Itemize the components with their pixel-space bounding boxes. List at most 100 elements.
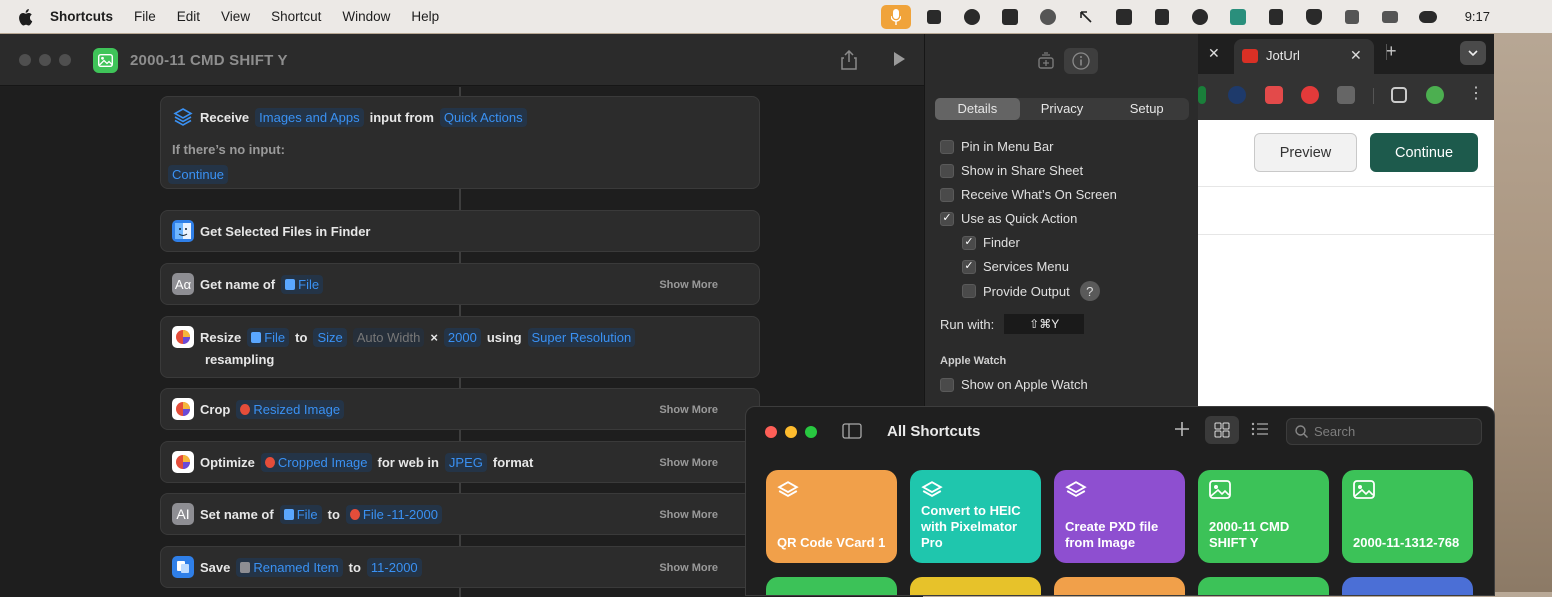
input-source-param[interactable]: Quick Actions [439,107,527,127]
apple-icon[interactable] [16,8,34,26]
help-icon[interactable]: ? [1079,281,1100,301]
file-variable-param[interactable]: File [247,327,290,347]
tab-search-icon[interactable] [1460,41,1486,65]
method-param[interactable]: Super Resolution [527,327,636,347]
services-menu-checkbox[interactable]: ✓ Services Menu [962,259,1069,274]
control-center-icon[interactable] [1409,0,1447,33]
renamed-item-param[interactable]: Renamed Item [236,557,343,577]
destination-param[interactable]: 11-2000 [366,557,422,577]
share-icon[interactable] [840,49,860,70]
format-param[interactable]: JPEG [444,452,487,472]
image-variable-param[interactable]: Resized Image [236,399,345,419]
screen-mirroring-icon[interactable] [1371,0,1409,33]
extension-icon[interactable] [1265,86,1283,104]
menu-app-name[interactable]: Shortcuts [50,9,113,24]
tab-details[interactable]: Details [935,98,1020,120]
shortcut-tile[interactable]: Convert to HEIC with Pixelmator Pro [910,470,1041,563]
tab-setup[interactable]: Setup [1104,98,1189,120]
action-card-get-name[interactable]: Aα Get name of File Show More [160,263,760,305]
minimize-window-button[interactable] [39,54,51,66]
preview-button[interactable]: Preview [1254,133,1357,172]
quick-action-checkbox[interactable]: ✓ Use as Quick Action [940,211,1077,226]
window-title[interactable]: 2000-11 CMD SHIFT Y [130,52,288,69]
extension-icon[interactable] [1301,86,1319,104]
shortcut-tile[interactable]: 2000-11 CMD SHIFT Y [1198,470,1329,563]
tray-app-icon[interactable] [953,0,991,33]
checkbox-box[interactable] [940,377,954,392]
size-param[interactable]: Size [313,327,347,347]
provide-output-checkbox[interactable]: Provide Output? [962,281,1100,301]
checkbox-box[interactable] [940,187,954,202]
share-sheet-checkbox[interactable]: Show in Share Sheet [940,163,1083,178]
zoom-window-button[interactable] [59,54,71,66]
close-window-button[interactable] [765,426,777,438]
extension-icon[interactable] [1228,86,1246,104]
checkmark-icon[interactable]: ✓ [962,235,976,250]
shortcut-tile[interactable] [766,577,897,595]
checkbox-box[interactable] [962,284,976,298]
shortcut-tile[interactable] [910,577,1041,595]
menu-shortcut[interactable]: Shortcut [271,9,321,24]
checkmark-icon[interactable]: ✓ [940,211,954,226]
list-view-icon[interactable] [1251,422,1269,439]
profile-avatar[interactable] [1426,86,1444,104]
new-tab-icon[interactable]: + [1386,41,1397,62]
close-window-button[interactable] [19,54,31,66]
command-key-icon[interactable] [991,0,1029,33]
add-shortcut-icon[interactable] [1174,421,1190,440]
apple-watch-checkbox[interactable]: Show on Apple Watch [940,377,1088,392]
menu-help[interactable]: Help [411,9,439,24]
shortcut-tile[interactable]: Create PXD file from Image [1054,470,1185,563]
show-more-button[interactable]: Show More [659,457,718,469]
cursor-icon[interactable] [1029,0,1067,33]
close-tab-icon[interactable]: ✕ [1350,47,1362,64]
minimize-window-button[interactable] [785,426,797,438]
search-field[interactable]: Search [1286,418,1482,445]
close-tab-icon[interactable]: ✕ [1208,45,1220,62]
file-variable-param[interactable]: File [281,274,324,294]
browser-tab[interactable]: JotUrl ✕ [1234,39,1374,74]
sidebar-toggle-icon[interactable] [842,423,862,442]
shortcut-tile[interactable] [1342,577,1473,595]
menu-clock[interactable]: 9:17 [1465,0,1490,33]
shortcut-tile[interactable]: QR Code VCard 1 [766,470,897,563]
tray-app-icon[interactable] [1181,0,1219,33]
menu-file[interactable]: File [134,9,156,24]
action-card-set-name[interactable]: AI Set name of File to File -11-2000 Show… [160,493,760,535]
show-more-button[interactable]: Show More [659,562,718,574]
show-more-button[interactable]: Show More [659,279,718,291]
hat-icon[interactable] [1295,0,1333,33]
shortcut-tile[interactable]: 2000-11-1312-768 [1342,470,1473,563]
checkmark-icon[interactable]: ✓ [962,259,976,274]
run-play-icon[interactable] [891,51,909,69]
shortcut-tile[interactable] [1198,577,1329,595]
expand-icon[interactable] [1333,0,1371,33]
layout-icon[interactable] [1257,0,1295,33]
continue-button[interactable]: Continue [1370,133,1478,172]
tray-app-icon[interactable] [915,0,953,33]
puzzle-extensions-icon[interactable] [1337,86,1355,104]
more-menu-icon[interactable]: ⋮ [1468,86,1484,102]
zoom-window-button[interactable] [805,426,817,438]
on-screen-checkbox[interactable]: Receive What’s On Screen [940,187,1117,202]
extension-icon[interactable] [1198,86,1206,104]
file-variable-param[interactable]: File [279,504,322,524]
image-variable-param[interactable]: Cropped Image [260,452,372,472]
tray-app-icon[interactable] [1219,0,1257,33]
action-card-crop[interactable]: Crop Resized Image Show More [160,388,760,430]
no-input-action-param[interactable]: Continue [168,165,229,184]
action-card-save[interactable]: Save Renamed Item to 11-2000 Show More [160,546,760,588]
show-more-button[interactable]: Show More [659,404,718,416]
grid-view-icon[interactable] [1205,416,1239,444]
checkbox-box[interactable] [940,139,954,154]
shortcut-tile[interactable] [1054,577,1185,595]
dictation-icon[interactable] [881,4,911,29]
show-more-button[interactable]: Show More [659,509,718,521]
new-name-param[interactable]: File -11-2000 [345,504,442,524]
tray-app-icon[interactable] [1105,0,1143,33]
finder-checkbox[interactable]: ✓ Finder [962,235,1020,250]
keyboard-shortcut-field[interactable]: ⇧⌘Y [1004,314,1085,334]
side-panel-icon[interactable] [1391,87,1407,103]
width-param[interactable]: Auto Width [352,327,425,347]
input-types-param[interactable]: Images and Apps [255,107,364,127]
